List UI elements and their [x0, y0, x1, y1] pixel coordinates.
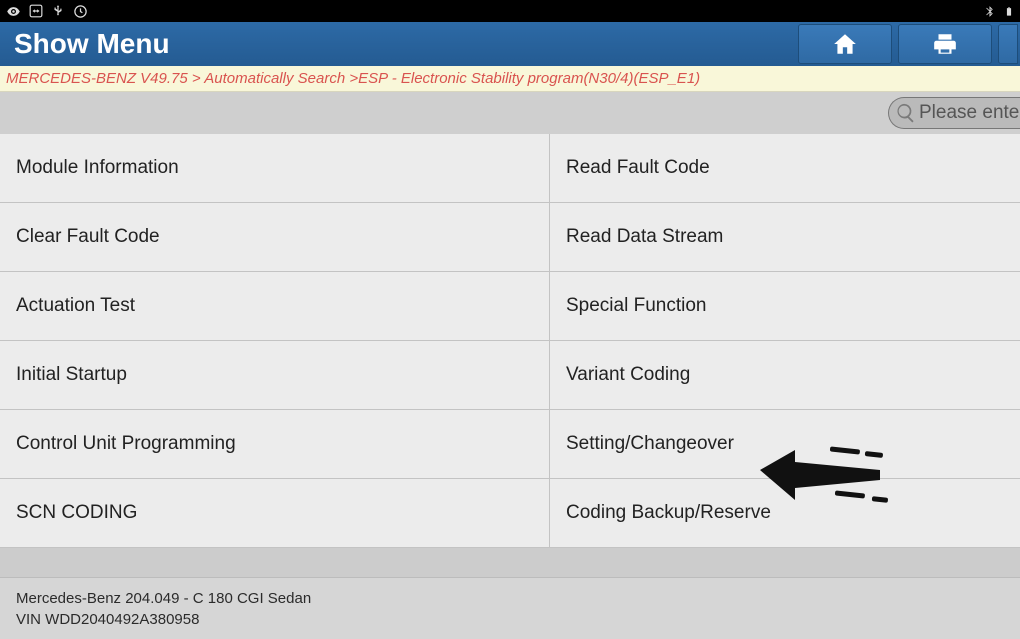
- vehicle-info-footer: Mercedes-Benz 204.049 - C 180 CGI Sedan …: [0, 577, 1020, 639]
- menu-label: Coding Backup/Reserve: [566, 502, 771, 524]
- search-row: [0, 92, 1020, 134]
- overflow-button[interactable]: [998, 24, 1018, 64]
- menu-label: SCN CODING: [16, 502, 137, 524]
- battery-icon: [1004, 4, 1014, 19]
- menu-label: Special Function: [566, 295, 706, 317]
- title-bar: Show Menu: [0, 22, 1020, 66]
- menu-item-scn-coding[interactable]: SCN CODING: [0, 479, 550, 548]
- menu-item-control-unit-programming[interactable]: Control Unit Programming: [0, 410, 550, 479]
- menu-label: Setting/Changeover: [566, 433, 734, 455]
- status-right-icons: [983, 4, 1014, 19]
- menu-label: Initial Startup: [16, 364, 127, 386]
- eye-icon: [6, 4, 21, 19]
- print-icon: [932, 31, 958, 57]
- menu-item-read-data-stream[interactable]: Read Data Stream: [550, 203, 1020, 272]
- bluetooth-icon: [983, 5, 996, 18]
- menu-grid: Module Information Read Fault Code Clear…: [0, 134, 1020, 548]
- menu-item-variant-coding[interactable]: Variant Coding: [550, 341, 1020, 410]
- menu-item-setting-changeover[interactable]: Setting/Changeover: [550, 410, 1020, 479]
- menu-item-special-function[interactable]: Special Function: [550, 272, 1020, 341]
- menu-item-actuation-test[interactable]: Actuation Test: [0, 272, 550, 341]
- menu-label: Module Information: [16, 157, 179, 179]
- menu-item-module-information[interactable]: Module Information: [0, 134, 550, 203]
- menu-label: Read Fault Code: [566, 157, 710, 179]
- menu-label: Read Data Stream: [566, 226, 723, 248]
- status-left-icons: [6, 4, 88, 19]
- menu-item-initial-startup[interactable]: Initial Startup: [0, 341, 550, 410]
- search-box[interactable]: [888, 97, 1020, 129]
- teamviewer-icon: [29, 4, 43, 18]
- breadcrumb: MERCEDES-BENZ V49.75 > Automatically Sea…: [0, 66, 1020, 92]
- menu-item-read-fault-code[interactable]: Read Fault Code: [550, 134, 1020, 203]
- menu-label: Clear Fault Code: [16, 226, 160, 248]
- home-button[interactable]: [798, 24, 892, 64]
- vehicle-model: Mercedes-Benz 204.049 - C 180 CGI Sedan: [16, 588, 1004, 610]
- menu-label: Control Unit Programming: [16, 433, 236, 455]
- home-icon: [832, 31, 858, 57]
- menu-label: Variant Coding: [566, 364, 690, 386]
- title-buttons: [798, 24, 1020, 64]
- page-title: Show Menu: [14, 28, 170, 60]
- menu-item-clear-fault-code[interactable]: Clear Fault Code: [0, 203, 550, 272]
- android-status-bar: [0, 0, 1020, 22]
- vehicle-vin: VIN WDD2040492A380958: [16, 609, 1004, 631]
- usb-icon: [51, 4, 65, 18]
- menu-label: Actuation Test: [16, 295, 135, 317]
- search-icon: [895, 102, 917, 124]
- print-button[interactable]: [898, 24, 992, 64]
- menu-item-coding-backup-reserve[interactable]: Coding Backup/Reserve: [550, 479, 1020, 548]
- sync-icon: [73, 4, 88, 19]
- search-input[interactable]: [919, 102, 1020, 124]
